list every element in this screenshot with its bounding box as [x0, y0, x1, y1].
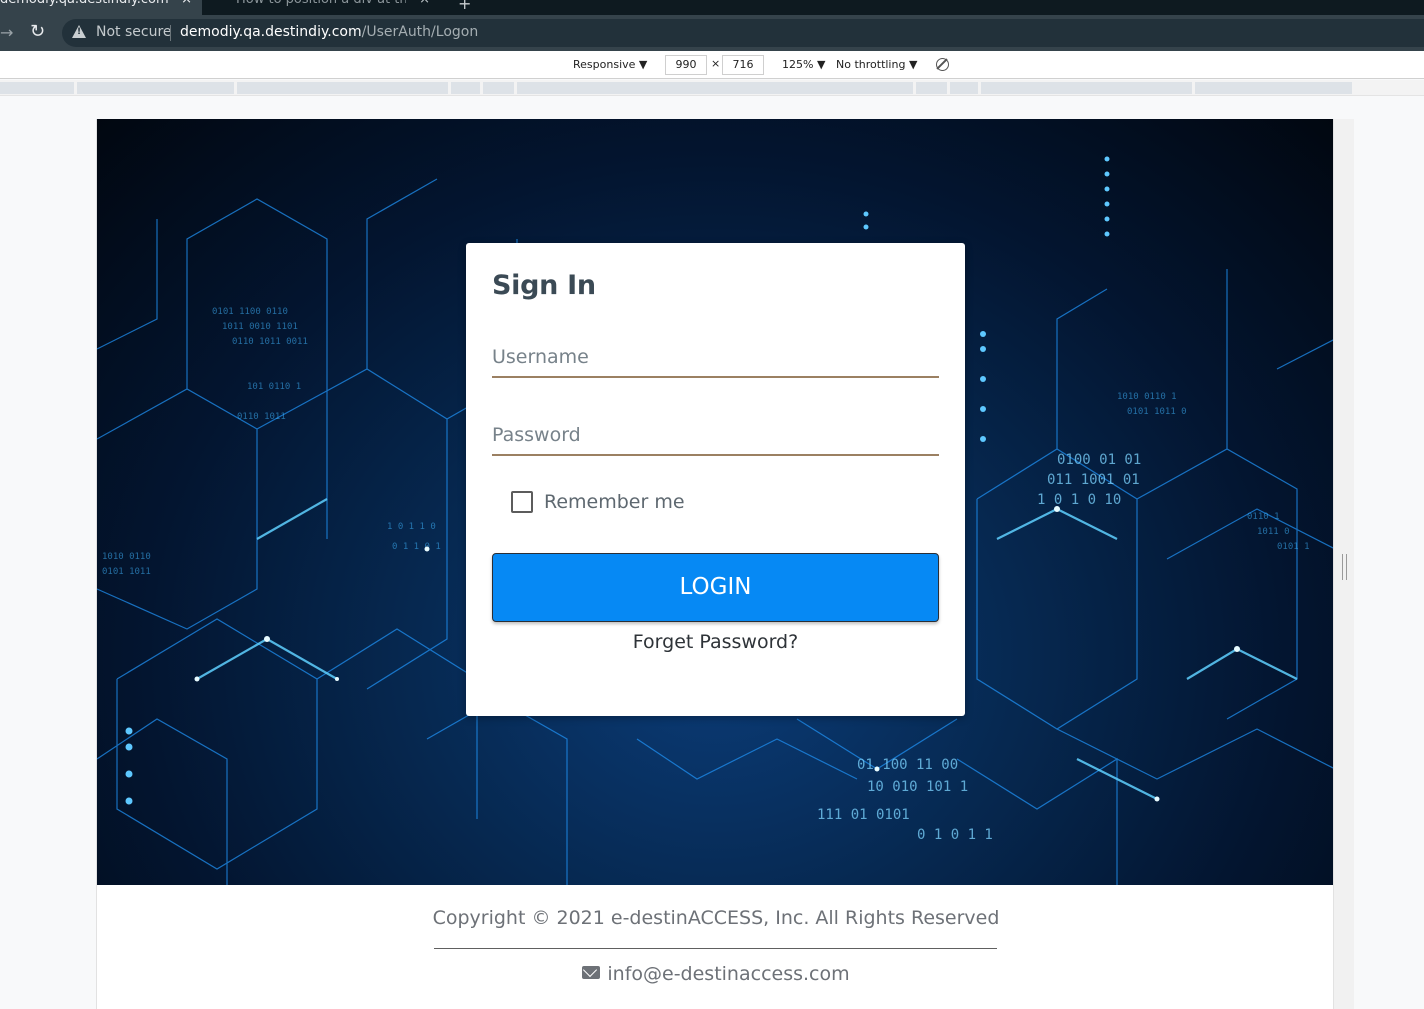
svg-text:111 01 0101: 111 01 0101: [817, 807, 910, 823]
svg-text:0 1 1 0 1: 0 1 1 0 1: [392, 542, 441, 552]
svg-text:0101 1011: 0101 1011: [102, 567, 151, 577]
device-select[interactable]: Responsive ▼: [573, 58, 647, 71]
hero-background: 0101 1100 0110 1011 0010 1101 0110 1011 …: [97, 119, 1333, 885]
address-bar[interactable]: Not secure demodiy.qa.destindiy.com/User…: [62, 19, 1424, 47]
svg-text:0101 1: 0101 1: [1277, 542, 1310, 552]
browser-tab-strip: demodiy.qa.destindiy.com × How to positi…: [0, 0, 1424, 15]
remember-me-checkbox[interactable]: [511, 491, 533, 513]
reload-icon[interactable]: ↻: [30, 21, 45, 42]
forward-icon[interactable]: →: [0, 23, 13, 42]
media-query-segment[interactable]: [1195, 82, 1352, 94]
copyright-text: Copyright © 2021 e-destinACCESS, Inc. Al…: [432, 907, 1000, 929]
dimension-separator: ×: [711, 57, 721, 70]
browser-tab-inactive[interactable]: How to position a div at the ×: [204, 0, 440, 15]
warning-icon[interactable]: [72, 25, 86, 38]
viewport-height-input[interactable]: 716: [722, 55, 764, 75]
svg-text:0110 1011 0011: 0110 1011 0011: [232, 337, 308, 347]
remember-me-label[interactable]: Remember me: [544, 491, 685, 513]
svg-text:1 0 1 1 0: 1 0 1 1 0: [387, 522, 436, 532]
media-query-segment[interactable]: [950, 82, 978, 94]
svg-text:10 010 101 1: 10 010 101 1: [867, 779, 968, 795]
tab-close-icon[interactable]: ×: [419, 0, 430, 8]
viewport-resize-handle[interactable]: [1342, 554, 1347, 580]
device-toolbar: Responsive ▼ 990 × 716 125% ▼ No throttl…: [0, 51, 1424, 79]
new-tab-icon[interactable]: +: [458, 0, 471, 13]
media-query-segment[interactable]: [451, 82, 480, 94]
media-query-segment[interactable]: [77, 82, 234, 94]
svg-text:01 100 11 00: 01 100 11 00: [857, 757, 958, 773]
url-host: demodiy.qa.destindiy.com: [180, 24, 362, 40]
svg-text:011 1001 01: 011 1001 01: [1047, 472, 1140, 488]
browser-toolbar: → ↻ Not secure demodiy.qa.destindiy.com/…: [0, 15, 1424, 51]
media-query-segment[interactable]: [916, 82, 947, 94]
contact-email-link[interactable]: info@e-destinaccess.com: [607, 963, 849, 985]
footer-divider: [434, 948, 997, 949]
svg-text:1010 0110 1: 1010 0110 1: [1117, 392, 1177, 402]
contact-email-row[interactable]: info@e-destinaccess.com: [97, 963, 1333, 985]
login-button[interactable]: LOGIN: [492, 553, 939, 622]
svg-text:1011 0010 1101: 1011 0010 1101: [222, 322, 298, 332]
media-query-segment[interactable]: [0, 82, 74, 94]
url-path: /UserAuth/Logon: [361, 24, 479, 40]
throttling-select[interactable]: No throttling ▼: [836, 58, 917, 71]
svg-text:1 0 1 0 10: 1 0 1 0 10: [1037, 492, 1121, 508]
tab-close-icon[interactable]: ×: [181, 0, 192, 8]
forgot-password-link[interactable]: Forget Password?: [466, 631, 965, 653]
svg-text:0110 1011: 0110 1011: [237, 412, 286, 422]
svg-text:0 1 0 1 1: 0 1 0 1 1: [917, 827, 993, 843]
svg-text:1011 0: 1011 0: [1257, 527, 1290, 537]
svg-text:0101 1100 0110: 0101 1100 0110: [212, 307, 288, 317]
mail-icon: [582, 966, 601, 979]
remember-me-row[interactable]: Remember me: [511, 491, 685, 513]
svg-text:1010 0110: 1010 0110: [102, 552, 151, 562]
svg-text:101 0110 1: 101 0110 1: [247, 382, 301, 392]
svg-text:0101 1011 0: 0101 1011 0: [1127, 407, 1187, 417]
zoom-select[interactable]: 125% ▼: [782, 58, 825, 71]
page-viewport: 0101 1100 0110 1011 0010 1101 0110 1011 …: [96, 119, 1334, 1009]
security-label[interactable]: Not secure: [96, 24, 172, 40]
media-query-segment[interactable]: [981, 82, 1192, 94]
address-separator: [170, 25, 171, 41]
url-text[interactable]: demodiy.qa.destindiy.com/UserAuth/Logon: [180, 24, 478, 40]
password-field[interactable]: [492, 416, 939, 456]
rotate-icon[interactable]: [936, 58, 949, 71]
media-query-segment[interactable]: [517, 82, 913, 94]
media-query-segment[interactable]: [237, 82, 448, 94]
signin-title: Sign In: [492, 270, 596, 301]
svg-text:0100 01 01: 0100 01 01: [1057, 452, 1141, 468]
browser-tab-active[interactable]: demodiy.qa.destindiy.com ×: [0, 0, 202, 15]
viewport-width-input[interactable]: 990: [665, 55, 707, 75]
username-field[interactable]: [492, 338, 939, 378]
signin-card: Sign In Remember me LOGIN Forget Passwor…: [466, 243, 965, 716]
tab-title: How to position a div at the: [236, 0, 406, 8]
tab-title: demodiy.qa.destindiy.com: [0, 0, 170, 8]
media-query-segment[interactable]: [483, 82, 514, 94]
svg-text:0110 1: 0110 1: [1247, 512, 1280, 522]
media-query-bar: [0, 80, 1424, 96]
